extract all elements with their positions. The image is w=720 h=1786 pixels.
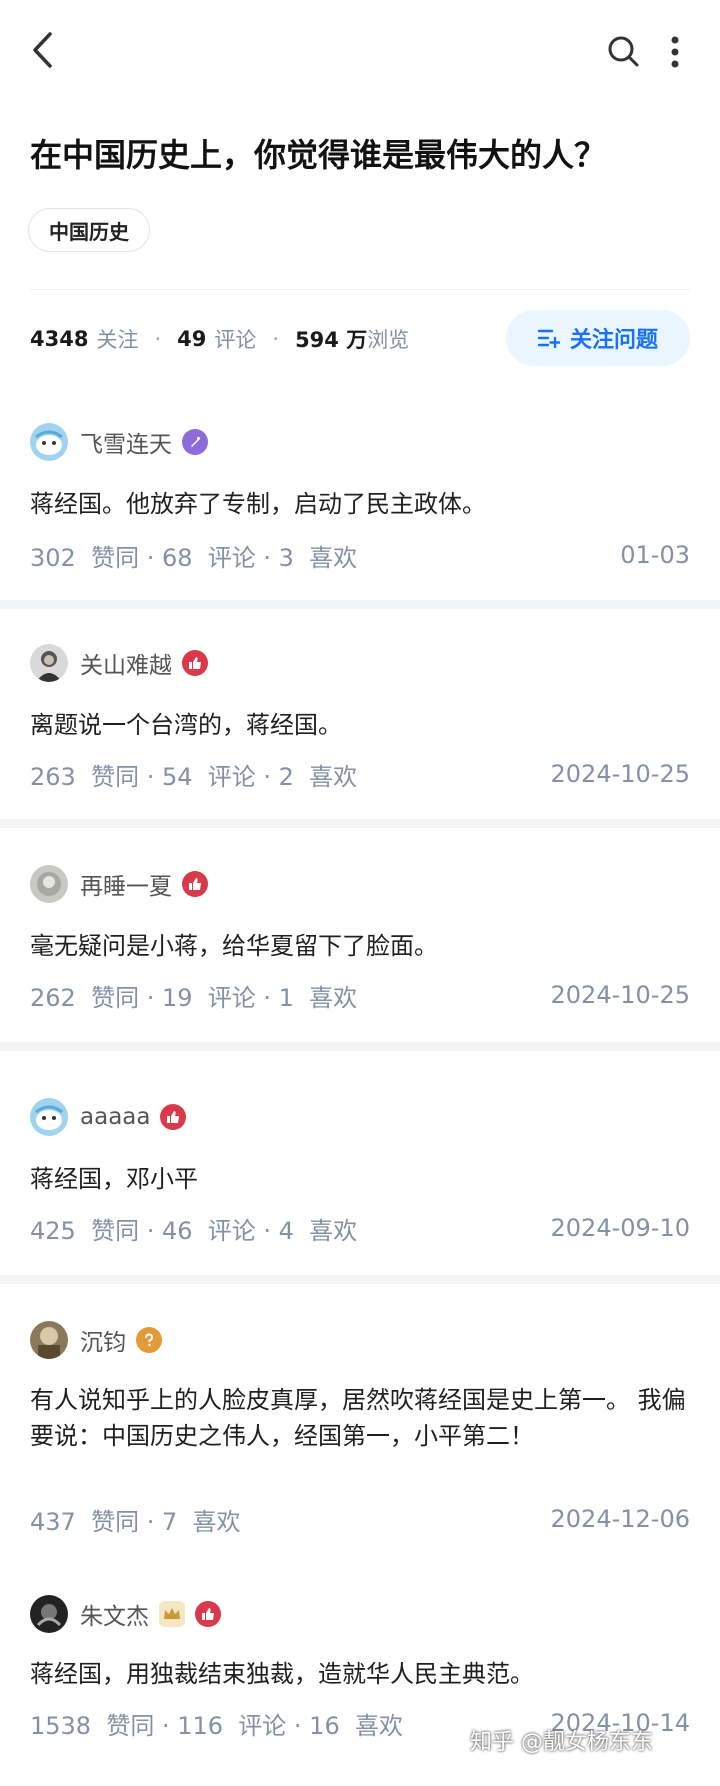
crown-badge-icon: [159, 1601, 185, 1627]
comments-label[interactable]: 评论: [214, 324, 256, 354]
answer-excerpt[interactable]: 蒋经国，邓小平: [30, 1161, 690, 1197]
section-divider: [0, 1275, 720, 1284]
answer-stats: 302 赞同 · 68 评论 · 3 喜欢: [30, 543, 358, 572]
answer-author[interactable]: aaaaa: [30, 1097, 187, 1137]
answer-excerpt[interactable]: 离题说一个台湾的，蒋经国。: [30, 707, 690, 743]
followers-count: 4348: [30, 327, 89, 351]
question-stats: 4348 关注 · 49 评论 · 594 万 浏览: [30, 322, 409, 356]
answer-excerpt[interactable]: 毫无疑问是小蒋，给华夏留下了脸面。: [30, 928, 690, 964]
answer-stats: 262 赞同 · 19 评论 · 1 喜欢: [30, 983, 358, 1012]
answer-stats: 425 赞同 · 46 评论 · 4 喜欢: [30, 1216, 358, 1245]
answer-author[interactable]: 沉钧: [30, 1320, 162, 1360]
author-name[interactable]: 再睡一夏: [80, 867, 172, 901]
creator-badge-icon: [182, 429, 208, 455]
divider: [30, 289, 690, 290]
answer-date: 2024-10-25: [550, 760, 690, 788]
question-title: 在中国历史上，你觉得谁是最伟大的人？: [30, 136, 607, 174]
thumbs-up-badge-icon: [160, 1104, 187, 1130]
topic-tag[interactable]: 中国历史: [28, 208, 150, 252]
author-name[interactable]: 朱文杰: [80, 1597, 149, 1631]
answer-meta: 425 赞同 · 46 评论 · 4 喜欢 2024-09-10: [30, 1211, 690, 1245]
answer-card[interactable]: 沉钧 有人说知乎上的人脸皮真厚，居然吹蒋经国是史上第一。 我偏要说：中国历史之伟…: [0, 1284, 720, 1564]
stats-separator: ·: [272, 327, 280, 351]
author-name[interactable]: 关山难越: [80, 646, 172, 680]
answer-stats: 263 赞同 · 54 评论 · 2 喜欢: [30, 762, 358, 791]
answer-card[interactable]: 关山难越 离题说一个台湾的，蒋经国。 263 赞同 · 54 评论 · 2 喜欢…: [0, 609, 720, 819]
more-button[interactable]: [665, 32, 685, 72]
back-button[interactable]: [30, 28, 70, 72]
answer-author[interactable]: 朱文杰: [30, 1594, 221, 1634]
avatar[interactable]: [30, 644, 68, 682]
answer-author[interactable]: 飞雪连天: [30, 422, 208, 462]
answer-meta: 437 赞同 · 7 喜欢 2024-12-06: [30, 1502, 690, 1536]
avatar[interactable]: [30, 1098, 68, 1136]
answer-date: 2024-09-10: [550, 1214, 690, 1242]
views-count: 594 万: [295, 328, 368, 352]
avatar[interactable]: [30, 1321, 68, 1359]
avatar[interactable]: [30, 865, 68, 903]
avatar[interactable]: [30, 1595, 68, 1633]
watermark: 知乎 @靓女杨东东: [470, 1730, 653, 1755]
follow-question-button[interactable]: 关注问题: [506, 310, 690, 366]
answer-meta: 302 赞同 · 68 评论 · 3 喜欢 01-03: [30, 538, 690, 572]
answer-excerpt[interactable]: 蒋经国。他放弃了专制，启动了民主政体。: [30, 486, 690, 522]
answer-excerpt[interactable]: 蒋经国，用独裁结束独裁，造就华人民主典范。: [30, 1656, 690, 1692]
thumbs-up-badge-icon: [182, 650, 208, 676]
search-icon: [608, 36, 639, 67]
answer-date: 01-03: [620, 541, 690, 569]
add-list-icon: [537, 329, 560, 348]
answer-meta: 262 赞同 · 19 评论 · 1 喜欢 2024-10-25: [30, 978, 690, 1012]
search-button[interactable]: [606, 34, 640, 68]
section-divider: [0, 819, 720, 828]
question-badge-icon: [136, 1327, 162, 1353]
thumbs-up-badge-icon: [195, 1601, 221, 1627]
answer-meta: 263 赞同 · 54 评论 · 2 喜欢 2024-10-25: [30, 757, 690, 791]
answer-stats: 1538 赞同 · 116 评论 · 16 喜欢: [30, 1711, 403, 1740]
views-label: 浏览: [367, 328, 410, 352]
more-vertical-icon: [671, 36, 679, 68]
answer-author[interactable]: 关山难越: [30, 643, 208, 683]
answer-stats: 437 赞同 · 7 喜欢: [30, 1507, 241, 1536]
top-bar: [0, 0, 720, 100]
avatar[interactable]: [30, 423, 68, 461]
thumbs-up-badge-icon: [182, 871, 208, 897]
answer-card[interactable]: aaaaa 蒋经国，邓小平 425 赞同 · 46 评论 · 4 喜欢 2024…: [0, 1051, 720, 1275]
section-divider: [0, 600, 720, 609]
comments-count[interactable]: 49: [177, 327, 206, 351]
answer-date: 2024-10-25: [550, 981, 690, 1009]
stats-separator: ·: [154, 327, 162, 351]
author-name[interactable]: aaaaa: [80, 1104, 150, 1130]
answer-card[interactable]: 再睡一夏 毫无疑问是小蒋，给华夏留下了脸面。 262 赞同 · 19 评论 · …: [0, 828, 720, 1042]
chevron-left-icon: [33, 32, 52, 68]
answer-card[interactable]: 飞雪连天 蒋经国。他放弃了专制，启动了民主政体。 302 赞同 · 68 评论 …: [0, 400, 720, 600]
author-name[interactable]: 沉钧: [80, 1323, 126, 1357]
author-name[interactable]: 飞雪连天: [80, 425, 172, 459]
section-divider: [0, 1042, 720, 1051]
follow-question-label: 关注问题: [569, 328, 658, 353]
followers-label: 关注: [96, 328, 139, 352]
answer-date: 2024-12-06: [550, 1505, 690, 1533]
answer-author[interactable]: 再睡一夏: [30, 864, 208, 904]
answer-excerpt[interactable]: 有人说知乎上的人脸皮真厚，居然吹蒋经国是史上第一。 我偏要说：中国历史之伟人，经…: [30, 1382, 690, 1454]
